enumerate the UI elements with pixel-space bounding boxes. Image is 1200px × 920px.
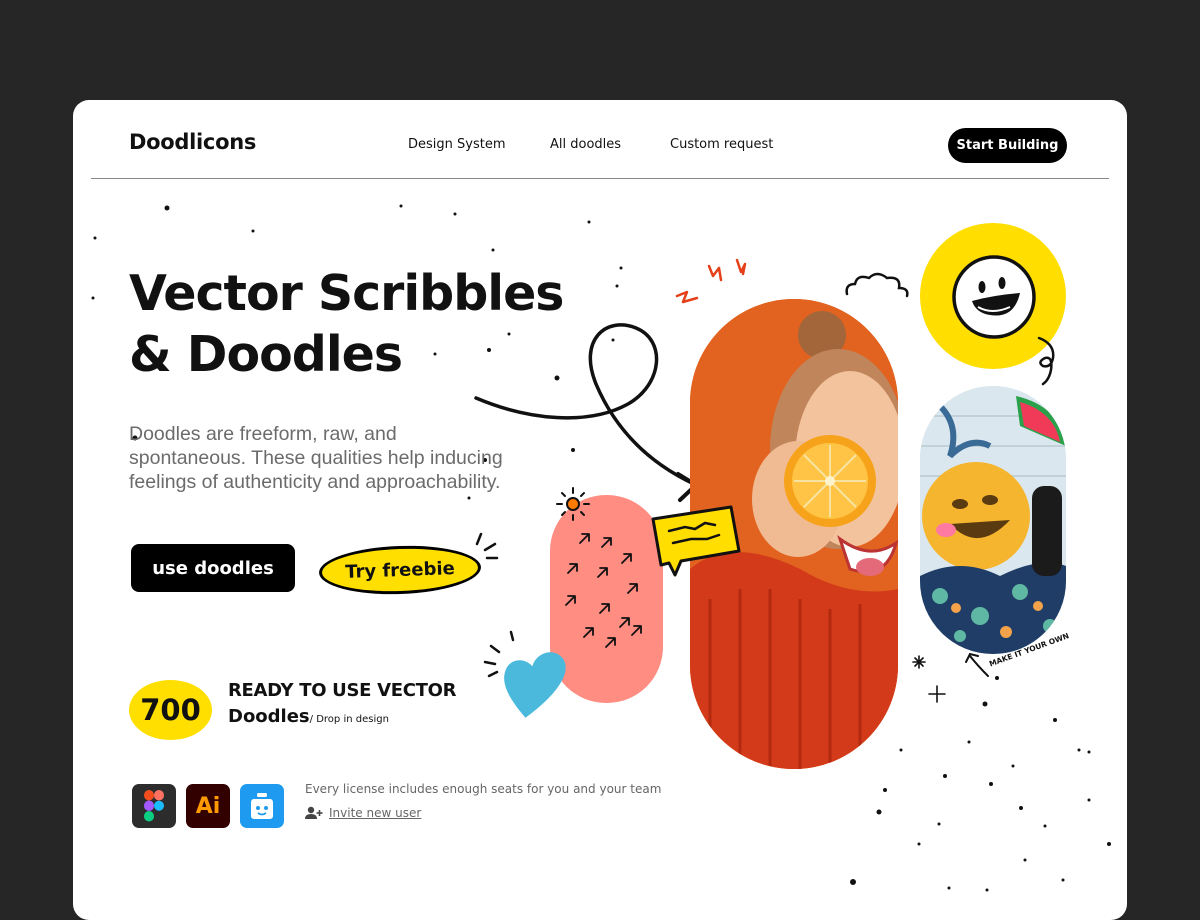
ready-headline: READY TO USE VECTOR (228, 680, 457, 701)
zigzag-marks-icon (675, 258, 747, 304)
invite-new-user-link[interactable]: Invite new user (305, 806, 421, 820)
doodles-label: Doodles (228, 706, 310, 727)
speech-bubble-icon (651, 505, 741, 577)
illustrator-icon[interactable]: Ai (186, 784, 230, 828)
sun-sparkle-icon (556, 487, 590, 521)
add-user-icon (305, 806, 323, 819)
scribble-arrow-icon (474, 323, 698, 502)
drop-in-design-note: / Drop in design (309, 714, 389, 725)
curl-doodle-icon (1037, 336, 1055, 386)
hero-description: Doodles are freeform, raw, and spontaneo… (129, 423, 503, 493)
use-doodles-button[interactable]: use doodles (131, 544, 295, 592)
illustrator-label: Ai (195, 793, 221, 819)
party-photo-pill (920, 386, 1066, 654)
count-badge: 700 (129, 680, 212, 740)
sparkle-stars-icon (912, 655, 946, 703)
party-balloon-image (920, 386, 1066, 654)
cloud-icon (845, 272, 909, 298)
heart-icon (483, 630, 566, 718)
sparkle-lines-decoration (475, 532, 499, 560)
landing-card: Doodlicons Design System All doodles Cus… (73, 100, 1127, 920)
craft-jar-icon[interactable] (240, 784, 284, 828)
hero-title-line-2: & Doodles (129, 326, 403, 383)
invite-new-user-label: Invite new user (329, 806, 422, 820)
doodles-subline: Doodles/ Drop in design (228, 706, 389, 727)
figma-icon[interactable] (132, 784, 176, 828)
license-text: Every license includes enough seats for … (305, 782, 662, 796)
